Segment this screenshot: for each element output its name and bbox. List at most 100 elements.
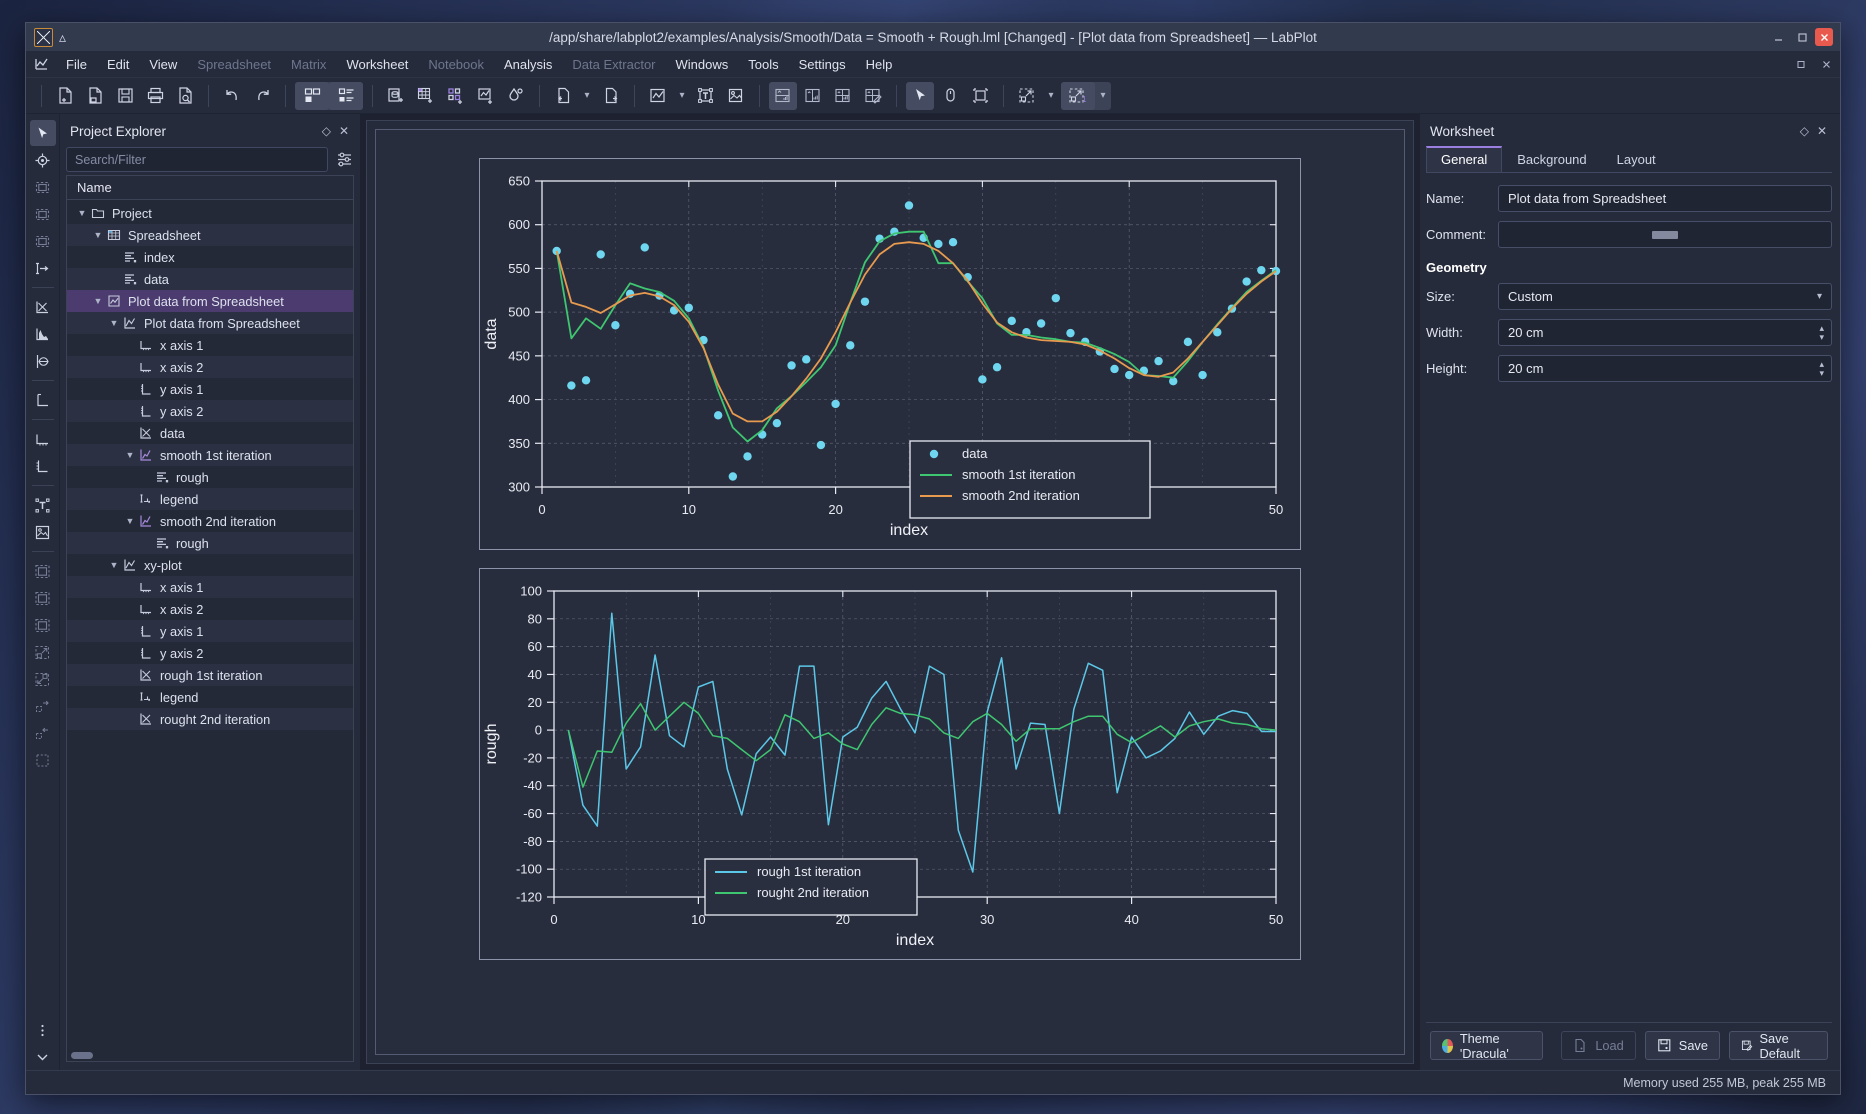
zoom-fit-page-dropdown-chevron-icon[interactable]: ▾	[1095, 82, 1111, 110]
size-select[interactable]: Custom ▾	[1498, 283, 1832, 310]
open-document-icon[interactable]	[81, 82, 109, 110]
zoom-in-icon[interactable]	[30, 639, 56, 665]
layout-custom-icon[interactable]	[859, 82, 887, 110]
tree-item-y-axis-1[interactable]: —y axis 1	[67, 378, 353, 400]
menu-edit[interactable]: Edit	[97, 53, 139, 76]
zoom-fit-selection-icon[interactable]	[30, 558, 56, 584]
add-image-icon[interactable]	[722, 82, 750, 110]
width-stepper[interactable]: 20 cm ▴▾	[1498, 319, 1832, 346]
worksheet-canvas[interactable]: 01020304050300350400450500550600650index…	[375, 129, 1405, 1055]
zoom-object-icon[interactable]	[30, 612, 56, 638]
tab-layout[interactable]: Layout	[1602, 147, 1671, 172]
select-box-icon[interactable]	[30, 201, 56, 227]
new-datapicker-icon[interactable]	[502, 82, 530, 110]
spinner-arrows-icon[interactable]: ▴▾	[1819, 360, 1824, 377]
tree-horizontal-scrollbar[interactable]	[67, 1049, 353, 1061]
new-worksheet-icon[interactable]	[472, 82, 500, 110]
add-plot-dropdown-chevron-icon[interactable]: ▾	[674, 82, 690, 110]
drag-handle-icon[interactable]	[30, 747, 56, 773]
tree-item-x-axis-2[interactable]: —x axis 2	[67, 356, 353, 378]
zoom-out-icon[interactable]	[30, 666, 56, 692]
xy-curve-icon[interactable]	[30, 294, 56, 320]
height-stepper[interactable]: 20 cm ▴▾	[1498, 355, 1832, 382]
dock-close-icon[interactable]: ✕	[339, 124, 349, 138]
tree-item-index[interactable]: —index	[67, 246, 353, 268]
select-object-icon[interactable]	[30, 228, 56, 254]
tree-item-legend[interactable]: —legend	[67, 488, 353, 510]
tree-expand-chevron-icon[interactable]: ▼	[75, 208, 89, 218]
comment-field[interactable]	[1498, 221, 1832, 248]
print-icon[interactable]	[141, 82, 169, 110]
tree-item-smooth-1st-iteration[interactable]: ▼smooth 1st iteration	[67, 444, 353, 466]
save-button[interactable]: Save	[1645, 1031, 1720, 1060]
undo-icon[interactable]	[218, 82, 246, 110]
menu-analysis[interactable]: Analysis	[494, 53, 562, 76]
move-cursor-icon[interactable]	[30, 255, 56, 281]
select-arrow-icon[interactable]	[30, 120, 56, 146]
dock-float-icon[interactable]: ◇	[1800, 124, 1809, 138]
legend[interactable]: rough 1st iterationrought 2nd iteration	[705, 859, 917, 915]
top-plot-chart[interactable]: 01020304050300350400450500550600650index…	[480, 159, 1300, 549]
tree-item-smooth-2nd-iteration[interactable]: ▼smooth 2nd iteration	[67, 510, 353, 532]
zoom-dropdown-chevron-icon[interactable]: ▾	[1043, 82, 1059, 110]
dock-float-icon[interactable]: ◇	[322, 124, 331, 138]
project-explorer-icon[interactable]	[295, 82, 329, 110]
histogram-icon[interactable]	[30, 321, 56, 347]
tree-item-data[interactable]: —data	[67, 268, 353, 290]
shift-right-icon[interactable]	[30, 693, 56, 719]
tab-general[interactable]: General	[1426, 146, 1502, 172]
more-options-icon[interactable]	[30, 1017, 56, 1043]
new-matrix-icon[interactable]	[442, 82, 470, 110]
layout-grid-icon[interactable]	[829, 82, 857, 110]
tree-item-plot-data-from-spreadsheet[interactable]: ▼Plot data from Spreadsheet	[67, 312, 353, 334]
export-icon[interactable]	[597, 82, 625, 110]
add-plot-icon[interactable]	[644, 82, 672, 110]
tree-item-spreadsheet[interactable]: ▼Spreadsheet	[67, 224, 353, 246]
print-preview-icon[interactable]	[171, 82, 199, 110]
dock-close-icon[interactable]: ✕	[1817, 124, 1827, 138]
shift-left-icon[interactable]	[30, 720, 56, 746]
tree-item-project[interactable]: ▼Project	[67, 202, 353, 224]
properties-explorer-icon[interactable]	[329, 82, 363, 110]
menu-tools[interactable]: Tools	[738, 53, 788, 76]
layout-single-icon[interactable]	[769, 82, 797, 110]
crosshair-icon[interactable]	[30, 147, 56, 173]
save-default-button[interactable]: Save Default	[1729, 1031, 1828, 1060]
legend[interactable]: datasmooth 1st iterationsmooth 2nd itera…	[910, 441, 1150, 518]
tree-expand-chevron-icon[interactable]: ▼	[107, 560, 121, 570]
filter-icon[interactable]	[334, 149, 354, 171]
menu-settings[interactable]: Settings	[789, 53, 856, 76]
chevron-down-icon[interactable]: ▾	[1817, 291, 1822, 302]
tab-background[interactable]: Background	[1502, 147, 1601, 172]
box-plot-icon[interactable]	[30, 387, 56, 413]
mouse-mode-icon[interactable]	[936, 82, 964, 110]
tree-expand-chevron-icon[interactable]: ▼	[107, 318, 121, 328]
tree-expand-chevron-icon[interactable]: ▼	[123, 450, 137, 460]
redo-icon[interactable]	[248, 82, 276, 110]
tree-item-rough[interactable]: —rough	[67, 532, 353, 554]
name-field[interactable]: Plot data from Spreadsheet	[1498, 185, 1832, 212]
menu-help[interactable]: Help	[856, 53, 903, 76]
layout-two-column-icon[interactable]	[799, 82, 827, 110]
bottom-plot-chart[interactable]: 01020304050-120-100-80-60-40-20020406080…	[480, 569, 1300, 959]
search-filter-input[interactable]: Search/Filter	[66, 147, 328, 172]
zoom-fit-icon[interactable]	[1013, 82, 1041, 110]
project-tree[interactable]: ▼Project▼Spreadsheet—index—data▼Plot dat…	[67, 200, 353, 1049]
tree-item-xy-plot[interactable]: ▼xy-plot	[67, 554, 353, 576]
select-region-icon[interactable]	[30, 174, 56, 200]
collapse-menu-icon[interactable]: ▵	[59, 30, 66, 44]
mdi-restore-button[interactable]	[1791, 54, 1813, 74]
zoom-selection-icon[interactable]	[966, 82, 994, 110]
import-icon[interactable]	[549, 82, 577, 110]
tree-item-plot-data-from-spreadsheet[interactable]: ▼Plot data from Spreadsheet	[67, 290, 353, 312]
menu-file[interactable]: File	[56, 53, 97, 76]
add-text-label-icon[interactable]	[692, 82, 720, 110]
tree-item-x-axis-1[interactable]: —x axis 1	[67, 334, 353, 356]
tree-item-rought-2nd-iteration[interactable]: —rought 2nd iteration	[67, 708, 353, 730]
tree-expand-chevron-icon[interactable]: ▼	[91, 230, 105, 240]
import-dropdown-chevron-icon[interactable]: ▾	[579, 82, 595, 110]
image-icon[interactable]	[30, 519, 56, 545]
tree-item-data[interactable]: —data	[67, 422, 353, 444]
text-label-icon[interactable]	[30, 492, 56, 518]
zoom-fit-page-icon[interactable]: 1	[1061, 82, 1095, 110]
